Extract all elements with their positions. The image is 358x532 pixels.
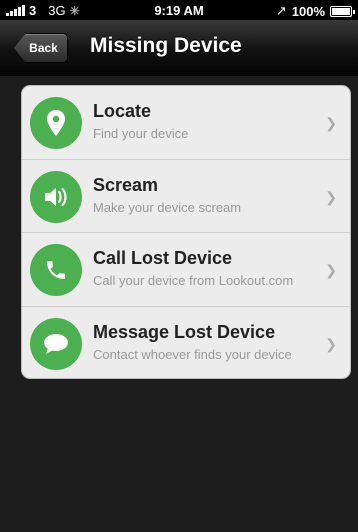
chat-bubble-icon [30,317,82,370]
list-item-title: Message Lost Device [93,321,276,342]
location-arrow-icon: ↗ [275,3,287,18]
battery-icon [330,5,355,17]
phone-icon [30,244,82,296]
back-button[interactable]: Back [14,33,68,63]
location-pin-icon [30,97,82,149]
list-item-title: Call Lost Device [93,248,233,268]
list-item-subtitle: Call your device from Lookout.com [93,273,294,288]
list-item-call-lost-device[interactable]: Call Lost Device Call your device from L… [22,233,350,307]
list-item-subtitle: Find your device [93,126,189,141]
list-item-subtitle: Make your device scream [93,199,242,215]
speaker-icon [30,170,82,223]
list-item-locate[interactable]: Locate Find your device ❯ [22,86,350,160]
list-item-subtitle: Contact whoever finds your device [93,346,292,362]
list-item-title: Locate [93,101,152,121]
status-right: ↗ 100% [275,3,355,19]
chevron-right-icon: ❯ [325,188,337,205]
chevron-right-icon: ❯ [325,335,337,352]
page-title: Missing Device [90,34,242,57]
status-bar: 3 3G ✳ 9:19 AM ↗ 100% [0,0,358,20]
list-item-message-lost-device[interactable]: Message Lost Device Contact whoever find… [22,307,350,379]
list-item-scream[interactable]: Scream Make your device scream ❯ [22,160,350,233]
list-item-title: Scream [93,174,159,195]
chevron-right-icon: ❯ [325,115,337,131]
navigation-bar: Back Missing Device [0,20,358,76]
battery-label: 100% [291,3,325,19]
chevron-right-icon: ❯ [325,262,337,278]
action-list: Locate Find your device ❯ Scream Make yo… [21,85,351,379]
